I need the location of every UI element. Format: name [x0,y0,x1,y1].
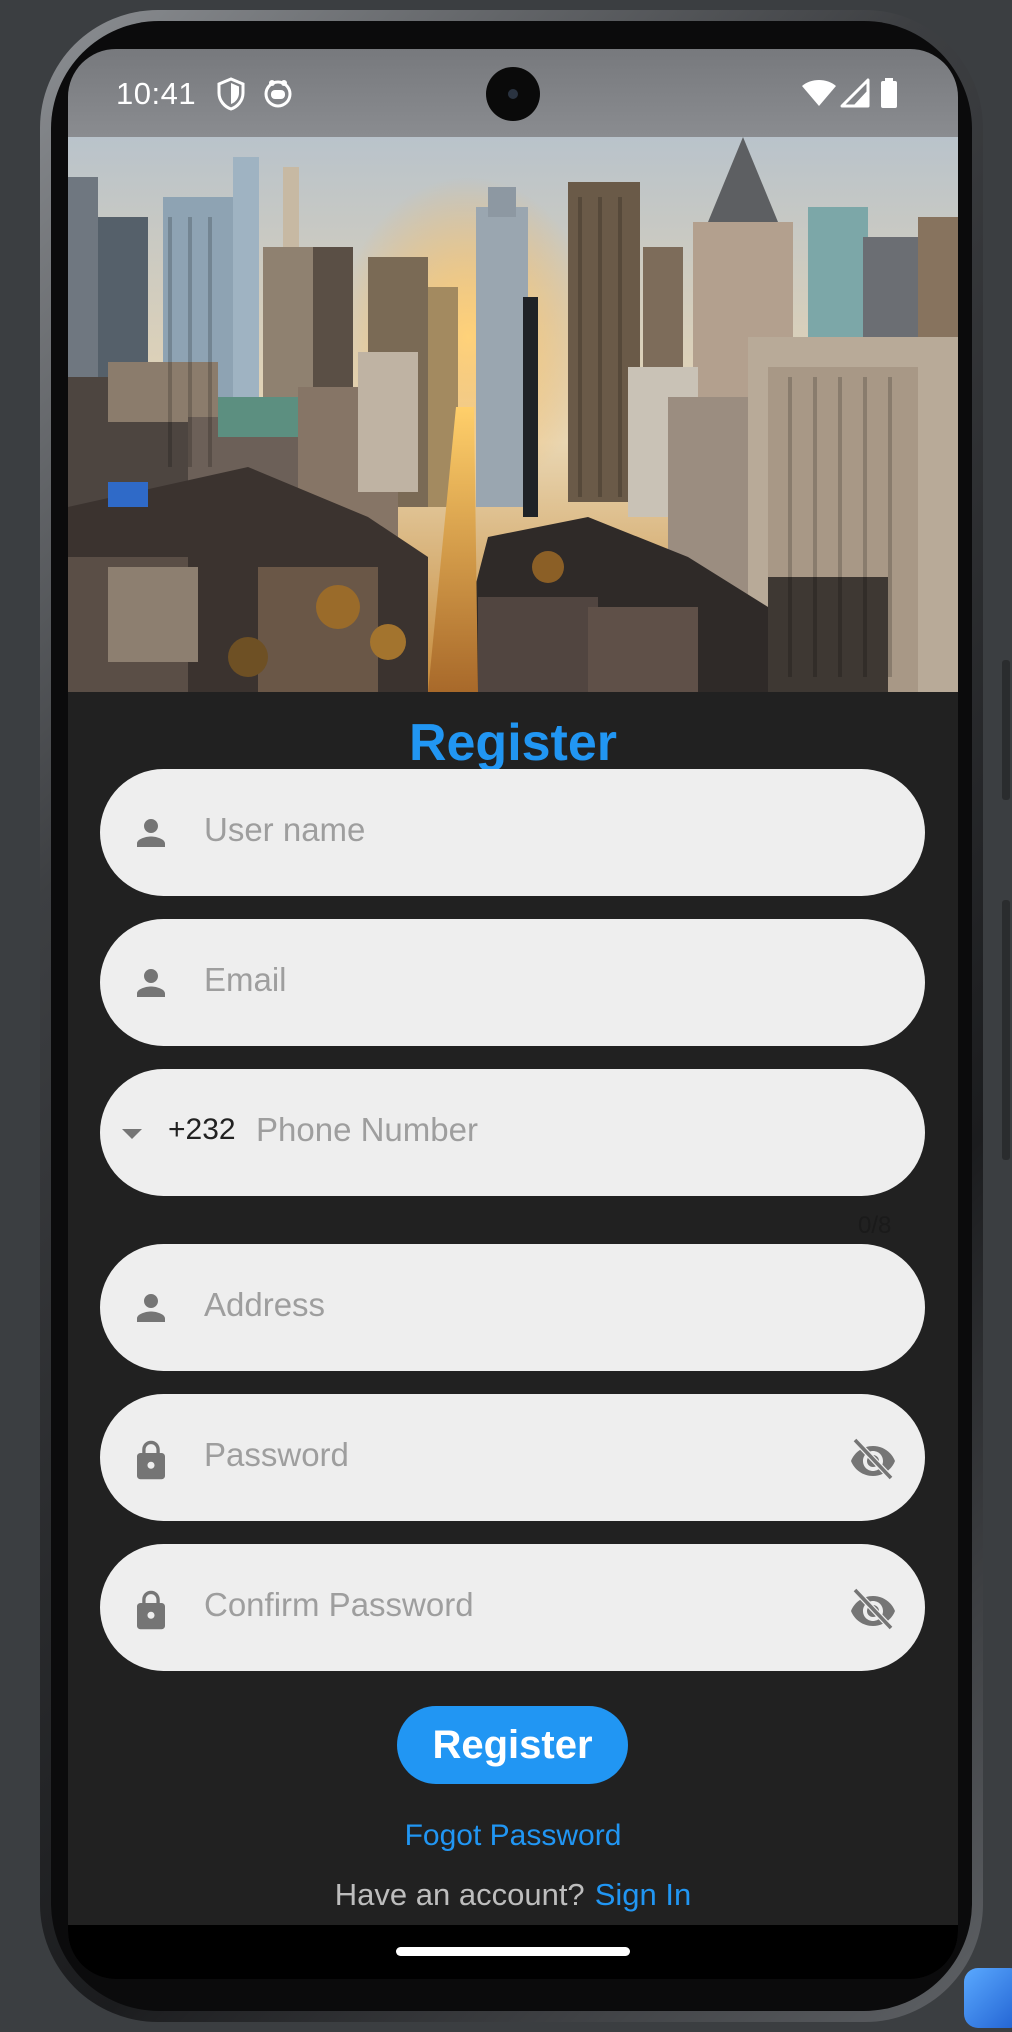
confirm-password-placeholder: Confirm Password [204,1586,474,1623]
visibility-off-icon[interactable] [849,1436,897,1481]
app-screen: 10:41 Register User name Email +232 Phon… [68,49,958,1979]
signal-icon [838,78,870,113]
sign-in-link[interactable]: Sign In [595,1877,692,1912]
address-placeholder: Address [204,1286,326,1323]
navigation-bar [68,1925,958,1979]
wifi-icon [801,78,837,113]
volume-button [1002,660,1010,800]
visibility-off-icon[interactable] [849,1586,897,1631]
lock-icon [130,1437,172,1480]
password-placeholder: Password [204,1436,349,1473]
phone-field[interactable]: +232 Phone Number [100,1069,925,1196]
person-icon [130,812,172,854]
phone-placeholder: Phone Number [256,1111,478,1148]
username-placeholder: User name [204,811,366,848]
sign-in-row: Have an account? Sign In [68,1877,958,1913]
lock-icon [130,1587,172,1630]
front-camera [486,67,540,121]
person-icon [130,962,172,1004]
country-code[interactable]: +232 [168,1113,236,1147]
confirm-password-field[interactable]: Confirm Password [100,1544,925,1671]
password-field[interactable]: Password [100,1394,925,1521]
email-field[interactable]: Email [100,919,925,1046]
assistant-icon [262,77,294,114]
page-title: Register [408,714,618,772]
register-button[interactable]: Register [397,1706,628,1784]
have-account-text: Have an account? [334,1877,585,1912]
status-bar: 10:41 [68,49,958,137]
username-field[interactable]: User name [100,769,925,896]
shield-icon [216,77,246,116]
person-icon [130,1287,172,1329]
phone-char-counter: 0/8 [858,1212,892,1239]
email-placeholder: Email [204,961,287,998]
battery-icon [880,78,898,113]
hero-city-image [68,137,958,692]
country-dropdown-arrow-icon[interactable] [122,1129,142,1139]
side-button [1002,900,1010,1160]
status-time: 10:41 [116,76,197,111]
address-field[interactable]: Address [100,1244,925,1371]
forgot-password-link[interactable]: Fogot Password [68,1819,958,1853]
device-stage: 10:41 Register User name Email +232 Phon… [0,0,1012,2032]
app-store-icon [964,1968,1012,2028]
home-indicator[interactable] [396,1947,630,1956]
